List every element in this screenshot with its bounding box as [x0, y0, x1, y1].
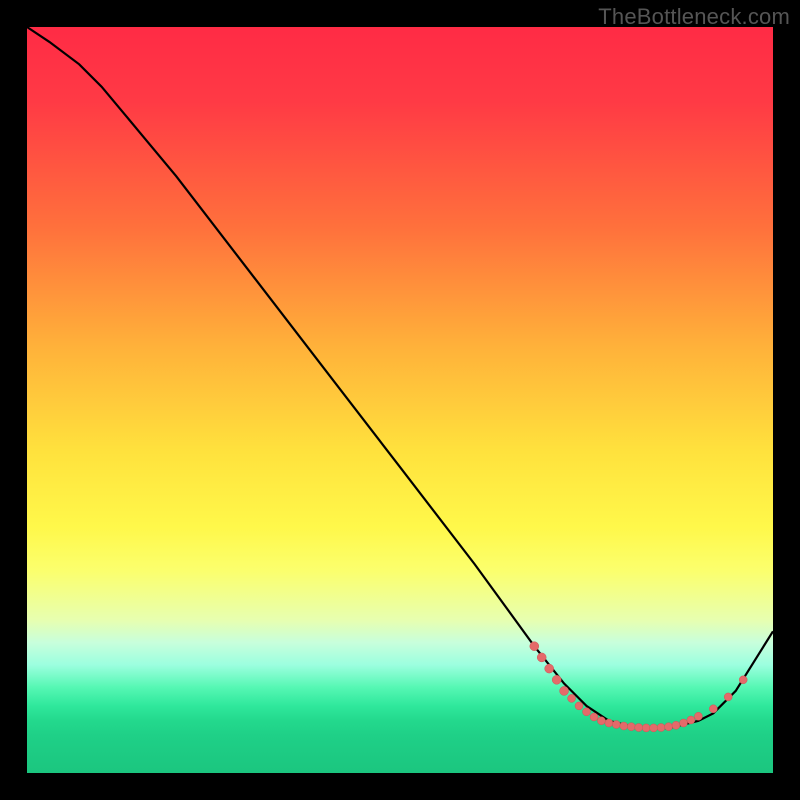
scatter-point [605, 719, 613, 727]
chart-svg [27, 27, 773, 773]
scatter-point [583, 708, 591, 716]
scatter-point [552, 675, 561, 684]
chart-frame: TheBottleneck.com [0, 0, 800, 800]
scatter-point [590, 713, 598, 721]
scatter-point [739, 676, 747, 684]
scatter-point [545, 664, 554, 673]
scatter-point [537, 653, 546, 662]
scatter-point [665, 723, 673, 731]
scatter-point [657, 724, 665, 732]
scatter-point [694, 712, 702, 720]
scatter-point [642, 724, 650, 732]
bottleneck-curve [27, 27, 773, 728]
scatter-point [709, 705, 717, 713]
scatter-point [597, 717, 605, 725]
plot-area [27, 27, 773, 773]
curve-layer [27, 27, 773, 728]
scatter-point [650, 724, 658, 732]
scatter-point [560, 686, 569, 695]
scatter-point [568, 694, 576, 702]
scatter-point [724, 693, 732, 701]
scatter-point [530, 642, 539, 651]
scatter-point [620, 722, 628, 730]
watermark-text: TheBottleneck.com [598, 4, 790, 30]
scatter-layer [530, 642, 747, 732]
scatter-point [627, 723, 635, 731]
scatter-point [575, 702, 583, 710]
scatter-point [672, 721, 680, 729]
scatter-point [687, 716, 695, 724]
scatter-point [680, 719, 688, 727]
scatter-point [612, 721, 620, 729]
scatter-point [635, 724, 643, 732]
